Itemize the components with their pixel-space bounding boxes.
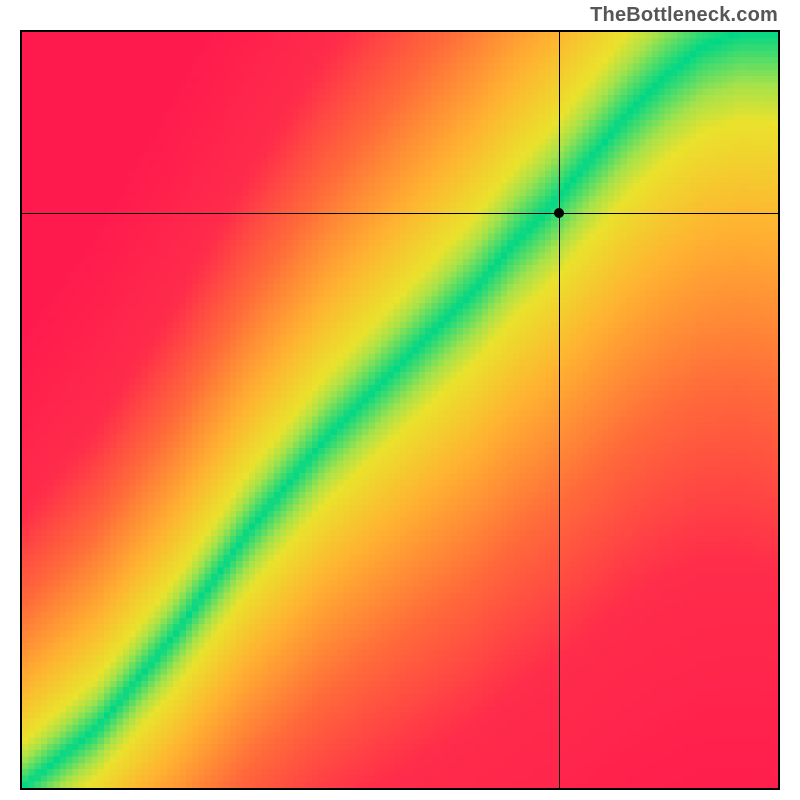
- heatmap-plot: [20, 30, 780, 790]
- watermark-text: TheBottleneck.com: [590, 4, 778, 27]
- heatmap-canvas: [22, 32, 778, 788]
- chart-container: TheBottleneck.com: [0, 0, 800, 800]
